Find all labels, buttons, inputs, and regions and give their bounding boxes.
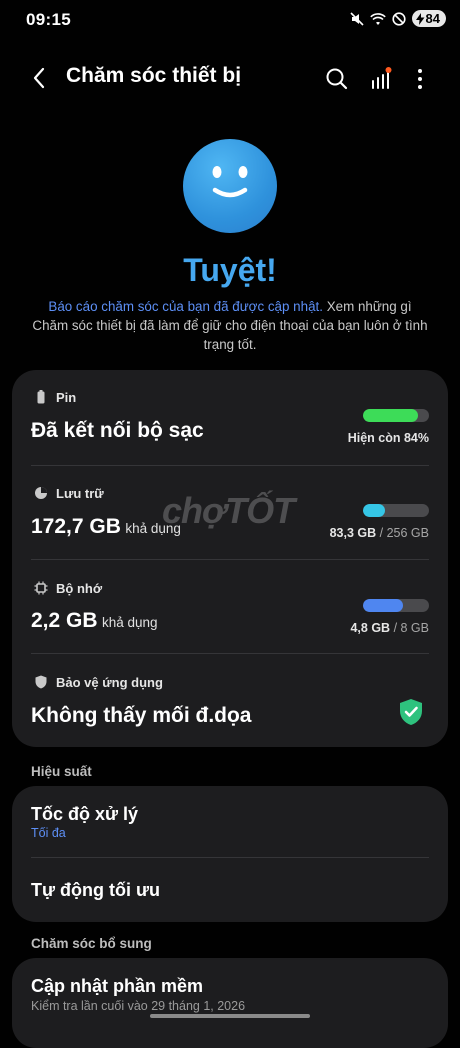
memory-chip-icon [34,581,48,595]
performance-section-title: Hiệu suất [31,764,92,779]
storage-used: 83,3 GB [329,526,377,540]
mute-icon [349,11,364,26]
memory-total: / 8 GB [393,621,429,635]
battery-status: Đã kết nối bộ sạc [31,419,204,442]
watermark-logo: chợTỐT [162,490,295,531]
stats-icon[interactable] [368,66,394,92]
storage-available: 172,7 GB khả dụng [31,515,181,539]
shield-check-icon [400,699,422,725]
battery-percent: 84 [425,11,440,26]
memory-available: 2,2 GB khả dụng [31,609,158,633]
storage-usage: 83,3 GB / 256 GB [330,526,429,540]
shield-icon [35,675,47,689]
more-icon[interactable] [407,66,433,92]
auto-optimize-title: Tự động tối ưu [31,880,161,900]
charging-icon [415,12,425,25]
do-not-disturb-icon [391,11,406,26]
battery-indicator: 84 [411,10,446,27]
status-icons: 84 [349,10,446,27]
status-headline: Tuyệt! [183,252,277,288]
battery-icon [37,390,45,404]
wifi-icon [369,12,386,25]
memory-available-suffix: khả dụng [101,615,158,630]
home-indicator[interactable] [150,1014,310,1018]
smiley-face-icon [183,139,277,233]
storage-available-value: 172,7 GB [31,515,121,538]
storage-icon [35,487,47,499]
back-icon[interactable] [28,66,52,90]
report-message: Báo cáo chăm sóc của bạn đã được cập nhậ… [32,297,428,354]
app-protection-status: Không thấy mối đ.dọa [31,704,252,727]
battery-label: Pin [56,390,77,405]
processing-speed-value: Tối đa [31,826,66,840]
report-link[interactable]: Báo cáo chăm sóc của bạn đã được cập nhậ… [48,299,323,314]
memory-used: 4,8 GB [350,621,391,635]
software-update-title: Cập nhật phần mềm [31,976,204,996]
memory-bar-fill [363,599,403,612]
memory-usage: 4,8 GB / 8 GB [350,621,429,635]
storage-bar-fill [363,504,385,517]
memory-available-value: 2,2 GB [31,609,98,632]
app-protection-label: Bảo vệ ứng dụng [56,675,163,690]
battery-bar-fill [363,409,419,422]
storage-label: Lưu trữ [56,486,104,501]
battery-remaining: Hiện còn 84% [347,431,429,445]
storage-total: / 256 GB [379,526,429,540]
storage-bar [363,504,429,517]
software-update-subtitle: Kiểm tra lần cuối vào 29 tháng 1, 2026 [31,999,246,1013]
memory-label: Bộ nhớ [56,581,103,596]
status-time: 09:15 [26,10,71,29]
page-title: Chăm sóc thiết bị [66,64,242,87]
battery-bar [363,409,429,422]
extra-care-section-title: Chăm sóc bổ sung [31,936,152,951]
app-protection-row[interactable] [12,654,448,747]
memory-bar [363,599,429,612]
processing-speed-title: Tốc độ xử lý [31,804,139,824]
search-icon[interactable] [324,66,350,92]
